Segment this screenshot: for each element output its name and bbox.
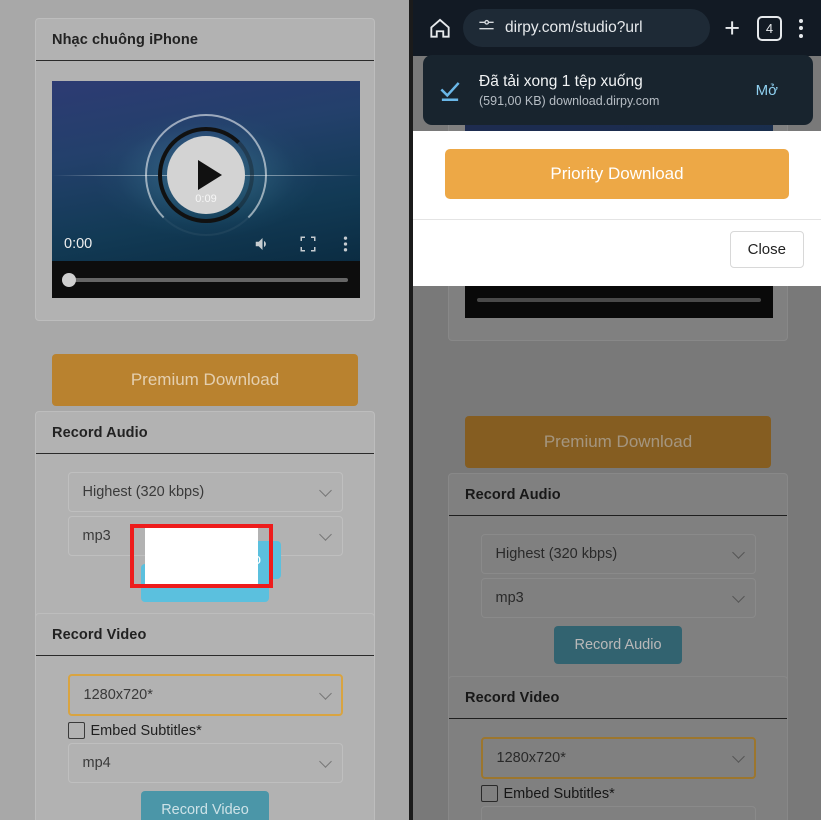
left-video-player[interactable]: 0:09 0:00 — [52, 81, 360, 298]
download-toast-subtitle: (591,00 KB) download.dirpy.com — [479, 93, 660, 108]
right-embed-subtitles-row[interactable]: Embed Subtitles* — [480, 785, 756, 802]
embed-subtitles-label: Embed Subtitles* — [503, 785, 615, 802]
left-embed-subtitles-row[interactable]: Embed Subtitles* — [67, 722, 343, 739]
left-progress-bar[interactable] — [52, 261, 360, 298]
left-record-audio-card: Record Audio Highest (320 kbps) mp3 Reco… — [35, 411, 375, 621]
dialog-close-button[interactable]: Close — [729, 231, 804, 268]
right-record-audio-card: Record Audio Highest (320 kbps) mp3 Reco… — [448, 473, 788, 683]
right-progress-bar[interactable] — [465, 281, 773, 318]
more-vertical-icon[interactable] — [343, 235, 348, 253]
left-audio-quality-select[interactable]: Highest (320 kbps) — [67, 472, 343, 512]
right-record-audio-button[interactable]: Record Audio — [554, 626, 682, 664]
priority-download-button[interactable]: Priority Download — [445, 149, 789, 199]
download-open-button[interactable]: Mở — [741, 73, 793, 108]
current-time-label: 0:00 — [64, 236, 93, 252]
progress-knob[interactable] — [62, 272, 76, 287]
site-settings-icon[interactable] — [477, 16, 496, 40]
right-audio-format-select[interactable]: mp3 — [480, 578, 756, 618]
left-highlight-backdrop — [145, 528, 258, 584]
more-vertical-icon[interactable] — [795, 18, 807, 38]
art-duration-label: 0:09 — [195, 192, 217, 205]
left-player-card: Nhạc chuông iPhone 0:09 0:00 — [35, 18, 375, 321]
left-panel: Nhạc chuông iPhone 0:09 0:00 Premium Dow… — [0, 0, 412, 820]
plus-icon[interactable]: + — [720, 14, 744, 42]
right-audio-quality-select[interactable]: Highest (320 kbps) — [480, 534, 756, 574]
right-record-video-card: Record Video 1280x720* Embed Subtitles* … — [448, 676, 788, 820]
left-premium-download-button[interactable]: Premium Download — [52, 354, 358, 406]
url-text: dirpy.com/studio?url — [505, 19, 643, 36]
left-record-video-header: Record Video — [36, 614, 374, 656]
embed-subtitles-checkbox[interactable] — [67, 722, 85, 739]
screenshot-root: Nhạc chuông iPhone 0:09 0:00 Premium Dow… — [0, 0, 821, 820]
left-video-format-select[interactable]: mp4 — [67, 743, 343, 783]
download-toast-title: Đã tải xong 1 tệp xuống — [479, 72, 643, 90]
home-icon[interactable] — [427, 15, 453, 41]
left-video-resolution-select[interactable]: 1280x720* — [67, 674, 343, 716]
url-bar[interactable]: dirpy.com/studio?url — [463, 9, 711, 47]
download-toast[interactable]: Đã tải xong 1 tệp xuống (591,00 KB) down… — [423, 55, 813, 125]
embed-subtitles-label: Embed Subtitles* — [90, 722, 202, 739]
fullscreen-icon[interactable] — [299, 235, 317, 253]
left-record-audio-header: Record Audio — [36, 412, 374, 454]
left-record-video-button[interactable]: Record Video — [141, 791, 269, 820]
right-record-audio-header: Record Audio — [449, 474, 787, 516]
right-premium-download-button[interactable]: Premium Download — [465, 416, 771, 468]
left-video-controls: 0:00 — [52, 227, 360, 261]
right-video-resolution-select[interactable]: 1280x720* — [480, 737, 756, 779]
right-panel: 0:09 0:00 — [413, 0, 821, 820]
left-page-title: Nhạc chuông iPhone — [36, 19, 374, 61]
right-record-video-header: Record Video — [449, 677, 787, 719]
browser-toolbar: dirpy.com/studio?url + 4 — [413, 0, 821, 56]
tab-count-button[interactable]: 4 — [757, 15, 782, 41]
right-video-format-select[interactable]: mp4 — [480, 806, 756, 820]
left-record-video-card: Record Video 1280x720* Embed Subtitles* … — [35, 613, 375, 820]
volume-icon[interactable] — [252, 235, 273, 253]
download-done-icon — [437, 77, 463, 103]
download-toast-text: Đã tải xong 1 tệp xuống (591,00 KB) down… — [479, 73, 741, 108]
embed-subtitles-checkbox[interactable] — [480, 785, 498, 802]
priority-download-dialog: Priority Download Close — [413, 131, 821, 286]
